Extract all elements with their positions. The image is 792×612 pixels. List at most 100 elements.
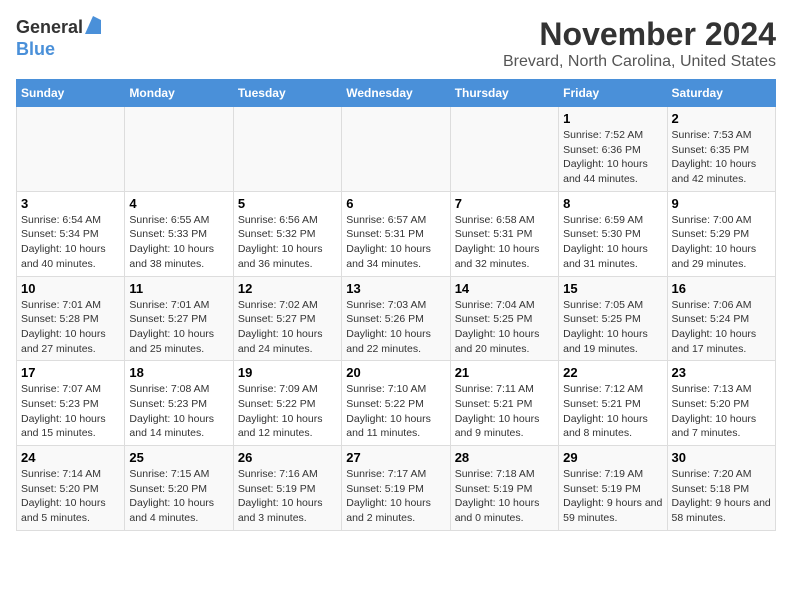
day-info: Sunrise: 7:07 AM xyxy=(21,382,120,397)
day-info: Sunset: 5:27 PM xyxy=(238,312,337,327)
day-info: Sunrise: 6:58 AM xyxy=(455,213,554,228)
day-info: Sunset: 5:19 PM xyxy=(455,482,554,497)
day-info: Sunset: 5:19 PM xyxy=(238,482,337,497)
day-info: Sunset: 5:22 PM xyxy=(346,397,445,412)
day-info: Sunrise: 6:55 AM xyxy=(129,213,228,228)
day-info: Daylight: 10 hours and 36 minutes. xyxy=(238,242,337,271)
calendar-cell: 10Sunrise: 7:01 AMSunset: 5:28 PMDayligh… xyxy=(17,276,125,361)
calendar-cell: 22Sunrise: 7:12 AMSunset: 5:21 PMDayligh… xyxy=(559,361,667,446)
weekday-header: Wednesday xyxy=(342,80,450,107)
day-info: Sunrise: 7:19 AM xyxy=(563,467,662,482)
month-title: November 2024 xyxy=(503,16,776,53)
day-number: 21 xyxy=(455,365,554,380)
calendar-week-row: 24Sunrise: 7:14 AMSunset: 5:20 PMDayligh… xyxy=(17,446,776,531)
day-info: Sunrise: 7:17 AM xyxy=(346,467,445,482)
day-info: Sunset: 5:31 PM xyxy=(346,227,445,242)
day-info: Sunrise: 7:52 AM xyxy=(563,128,662,143)
day-number: 26 xyxy=(238,450,337,465)
day-info: Daylight: 10 hours and 14 minutes. xyxy=(129,412,228,441)
day-info: Sunset: 5:21 PM xyxy=(563,397,662,412)
logo-icon xyxy=(85,16,101,34)
day-info: Daylight: 10 hours and 20 minutes. xyxy=(455,327,554,356)
day-info: Sunset: 5:21 PM xyxy=(455,397,554,412)
day-number: 2 xyxy=(672,111,771,126)
calendar-week-row: 3Sunrise: 6:54 AMSunset: 5:34 PMDaylight… xyxy=(17,191,776,276)
day-info: Sunrise: 7:06 AM xyxy=(672,298,771,313)
day-info: Sunrise: 7:16 AM xyxy=(238,467,337,482)
day-info: Sunrise: 6:56 AM xyxy=(238,213,337,228)
calendar-cell: 13Sunrise: 7:03 AMSunset: 5:26 PMDayligh… xyxy=(342,276,450,361)
day-info: Sunset: 6:35 PM xyxy=(672,143,771,158)
day-info: Sunrise: 7:13 AM xyxy=(672,382,771,397)
day-info: Sunrise: 7:02 AM xyxy=(238,298,337,313)
day-info: Daylight: 10 hours and 11 minutes. xyxy=(346,412,445,441)
calendar-cell: 16 Sunrise: 7:06 AMSunset: 5:24 PMDayligh… xyxy=(667,276,775,361)
day-info: Daylight: 10 hours and 8 minutes. xyxy=(563,412,662,441)
day-number: 23 xyxy=(672,365,771,380)
day-number: 18 xyxy=(129,365,228,380)
day-info: Sunset: 5:29 PM xyxy=(672,227,771,242)
calendar-cell: 4Sunrise: 6:55 AMSunset: 5:33 PMDaylight… xyxy=(125,191,233,276)
day-info: Daylight: 10 hours and 31 minutes. xyxy=(563,242,662,271)
calendar-week-row: 1Sunrise: 7:52 AMSunset: 6:36 PMDaylight… xyxy=(17,107,776,192)
calendar-cell: 17Sunrise: 7:07 AMSunset: 5:23 PMDayligh… xyxy=(17,361,125,446)
weekday-header: Tuesday xyxy=(233,80,341,107)
day-info: Sunrise: 7:11 AM xyxy=(455,382,554,397)
day-info: Sunset: 6:36 PM xyxy=(563,143,662,158)
day-info: Daylight: 10 hours and 22 minutes. xyxy=(346,327,445,356)
day-info: Daylight: 10 hours and 34 minutes. xyxy=(346,242,445,271)
day-info: Sunset: 5:34 PM xyxy=(21,227,120,242)
day-info: Sunset: 5:24 PM xyxy=(672,312,771,327)
day-number: 25 xyxy=(129,450,228,465)
calendar-cell xyxy=(342,107,450,192)
day-info: Sunset: 5:28 PM xyxy=(21,312,120,327)
logo-general-text: General xyxy=(16,17,83,38)
day-info: Sunset: 5:27 PM xyxy=(129,312,228,327)
day-number: 24 xyxy=(21,450,120,465)
day-number: 6 xyxy=(346,196,445,211)
calendar-cell: 18Sunrise: 7:08 AMSunset: 5:23 PMDayligh… xyxy=(125,361,233,446)
day-info: Sunset: 5:23 PM xyxy=(129,397,228,412)
calendar-cell: 25Sunrise: 7:15 AMSunset: 5:20 PMDayligh… xyxy=(125,446,233,531)
day-info: Daylight: 10 hours and 25 minutes. xyxy=(129,327,228,356)
day-info: Sunset: 5:20 PM xyxy=(129,482,228,497)
day-info: Daylight: 10 hours and 15 minutes. xyxy=(21,412,120,441)
day-info: Sunset: 5:32 PM xyxy=(238,227,337,242)
logo: General Blue xyxy=(16,16,101,60)
day-info: Daylight: 10 hours and 27 minutes. xyxy=(21,327,120,356)
day-info: Daylight: 10 hours and 40 minutes. xyxy=(21,242,120,271)
day-number: 13 xyxy=(346,281,445,296)
day-number: 20 xyxy=(346,365,445,380)
calendar-cell: 8Sunrise: 6:59 AMSunset: 5:30 PMDaylight… xyxy=(559,191,667,276)
day-number: 1 xyxy=(563,111,662,126)
calendar-table: SundayMondayTuesdayWednesdayThursdayFrid… xyxy=(16,79,776,531)
day-number: 16 xyxy=(672,281,771,296)
day-info: Sunset: 5:18 PM xyxy=(672,482,771,497)
day-number: 28 xyxy=(455,450,554,465)
calendar-cell: 23Sunrise: 7:13 AMSunset: 5:20 PMDayligh… xyxy=(667,361,775,446)
day-info: Sunrise: 7:00 AM xyxy=(672,213,771,228)
calendar-cell: 14Sunrise: 7:04 AMSunset: 5:25 PMDayligh… xyxy=(450,276,558,361)
weekday-header: Friday xyxy=(559,80,667,107)
calendar-cell: 3Sunrise: 6:54 AMSunset: 5:34 PMDaylight… xyxy=(17,191,125,276)
calendar-cell: 19Sunrise: 7:09 AMSunset: 5:22 PMDayligh… xyxy=(233,361,341,446)
calendar-cell: 20 Sunrise: 7:10 AMSunset: 5:22 PMDayligh… xyxy=(342,361,450,446)
calendar-cell: 27Sunrise: 7:17 AMSunset: 5:19 PMDayligh… xyxy=(342,446,450,531)
day-info: Sunrise: 7:10 AM xyxy=(346,382,445,397)
calendar-cell: 1Sunrise: 7:52 AMSunset: 6:36 PMDaylight… xyxy=(559,107,667,192)
day-number: 11 xyxy=(129,281,228,296)
day-number: 29 xyxy=(563,450,662,465)
calendar-cell xyxy=(17,107,125,192)
day-info: Daylight: 10 hours and 17 minutes. xyxy=(672,327,771,356)
calendar-header: SundayMondayTuesdayWednesdayThursdayFrid… xyxy=(17,80,776,107)
weekday-header: Monday xyxy=(125,80,233,107)
calendar-cell: 29Sunrise: 7:19 AMSunset: 5:19 PMDayligh… xyxy=(559,446,667,531)
location-title: Brevard, North Carolina, United States xyxy=(503,53,776,71)
day-info: Sunrise: 7:14 AM xyxy=(21,467,120,482)
day-number: 30 xyxy=(672,450,771,465)
day-info: Sunrise: 7:01 AM xyxy=(129,298,228,313)
day-info: Sunrise: 6:57 AM xyxy=(346,213,445,228)
calendar-week-row: 17Sunrise: 7:07 AMSunset: 5:23 PMDayligh… xyxy=(17,361,776,446)
day-info: Sunrise: 7:09 AM xyxy=(238,382,337,397)
day-number: 17 xyxy=(21,365,120,380)
